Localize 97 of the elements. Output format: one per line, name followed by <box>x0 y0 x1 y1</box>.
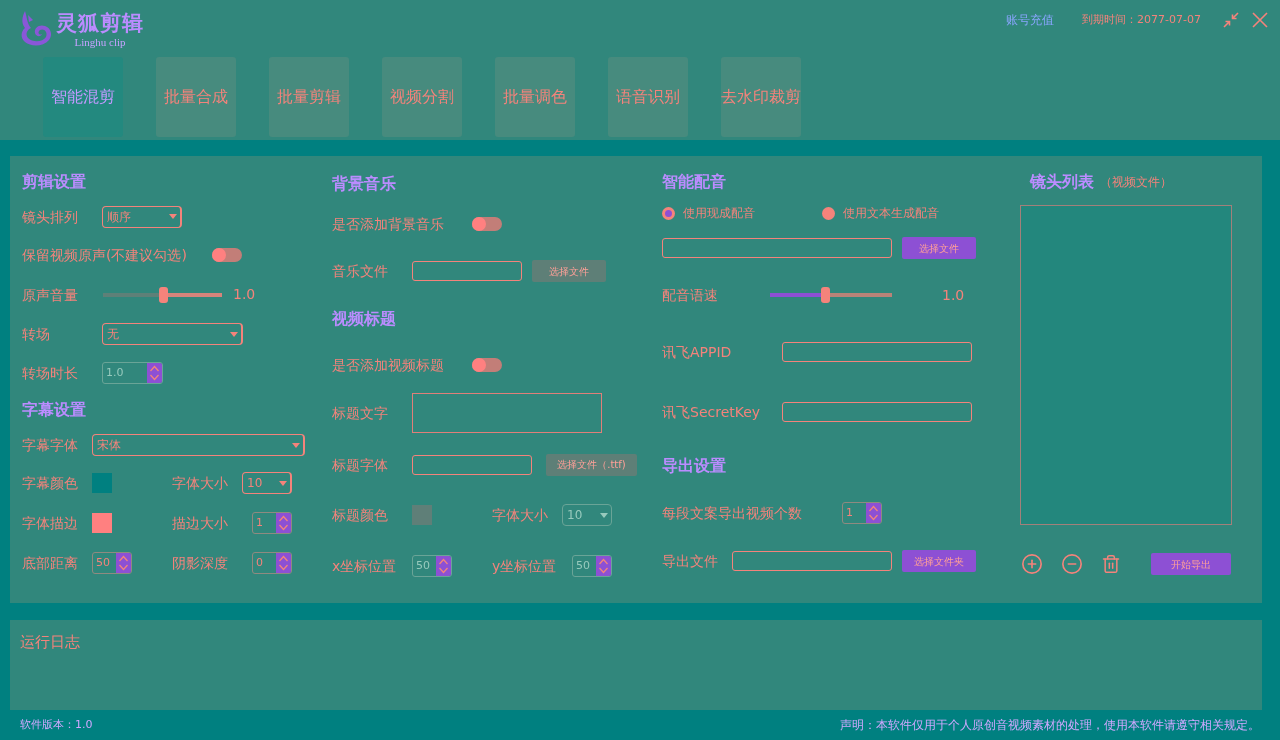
stepper-arrows-icon[interactable] <box>116 553 131 573</box>
field-label: 阴影深度 <box>172 555 228 571</box>
collapse-arrows-icon[interactable] <box>1223 12 1239 28</box>
tab[interactable]: 语音识别 <box>608 57 688 137</box>
caret-icon <box>292 442 300 448</box>
number-field[interactable]: 1 <box>252 512 292 534</box>
section-title: 镜头列表 <box>1030 171 1094 193</box>
radio-option[interactable]: 使用文本生成配音 <box>822 204 939 222</box>
field-label: x坐标位置 <box>332 557 397 574</box>
text-area[interactable] <box>412 393 602 433</box>
tab[interactable]: 视频分割 <box>382 57 462 137</box>
slider-thumb[interactable] <box>158 286 168 303</box>
field-label: 字幕颜色 <box>22 475 78 491</box>
radio-option[interactable]: 使用现成配音 <box>662 204 822 222</box>
text-field[interactable] <box>412 261 522 281</box>
field-label: 转场时长 <box>22 365 78 381</box>
log-title: 运行日志 <box>20 633 80 651</box>
field-label: 字幕字体 <box>22 437 78 453</box>
section-title: 剪辑设置 <box>22 171 86 193</box>
section-title: 字幕设置 <box>22 398 86 421</box>
slider-thumb[interactable] <box>820 287 830 303</box>
field-label: 底部距离 <box>22 555 78 571</box>
add-icon[interactable] <box>1021 553 1043 575</box>
field-label: 音乐文件 <box>332 263 388 279</box>
text-field[interactable] <box>782 342 972 362</box>
stepper-arrows-icon[interactable] <box>276 513 291 533</box>
version-text: 软件版本：1.0 <box>20 716 93 733</box>
trash-icon[interactable] <box>1101 554 1121 574</box>
dropdown[interactable]: 宋体 <box>92 434 305 456</box>
shot-list-box[interactable] <box>1020 205 1232 525</box>
field-label: 讯飞APPID <box>662 344 732 360</box>
section-title: 视频标题 <box>332 308 396 330</box>
field-label: 原声音量 <box>22 286 78 303</box>
field-label: 描边大小 <box>172 515 228 531</box>
close-icon[interactable] <box>1252 12 1268 28</box>
field-label: 标题字体 <box>332 456 388 473</box>
field-label: 镜头排列 <box>22 208 78 225</box>
section-title: 背景音乐 <box>332 173 396 195</box>
caret-icon <box>600 512 608 518</box>
color-swatch[interactable] <box>412 505 432 525</box>
field-label: 配音语速 <box>662 287 718 303</box>
section-title: 智能配音 <box>662 171 726 193</box>
field-label: 字体描边 <box>22 515 78 531</box>
expiry-date: 到期时间：2077-07-07 <box>1082 11 1201 28</box>
start-export-button[interactable]: 开始导出 <box>1151 553 1231 575</box>
field-label: 讯飞SecretKey <box>662 403 761 420</box>
tab[interactable]: 批量调色 <box>495 57 575 137</box>
toggle-switch[interactable] <box>212 248 242 262</box>
text-field[interactable] <box>412 454 532 475</box>
field-label: 字体大小 <box>172 475 228 491</box>
radio-icon[interactable] <box>662 206 675 220</box>
field-label: 字体大小 <box>492 507 548 523</box>
disclaimer-text: 声明：本软件仅用于个人原创音视频素材的处理，使用本软件请遵守相关规定。 <box>840 717 1260 734</box>
app-title: 灵狐剪辑 <box>56 10 144 36</box>
stepper-arrows-icon[interactable] <box>276 553 291 573</box>
caret-icon <box>169 214 177 219</box>
slider-track[interactable] <box>103 292 222 297</box>
field-label: 标题文字 <box>332 405 388 421</box>
dropdown[interactable]: 10 <box>242 472 292 494</box>
color-swatch[interactable] <box>92 473 112 493</box>
radio-icon[interactable] <box>822 206 835 220</box>
field-label: 每段文案导出视频个数 <box>662 505 802 521</box>
slider-value: 1.0 <box>942 285 965 305</box>
select-file-button[interactable]: 选择文件 <box>902 237 976 259</box>
remove-icon[interactable] <box>1061 553 1083 575</box>
text-field[interactable] <box>732 551 892 571</box>
tab[interactable]: 智能混剪 <box>43 57 123 137</box>
tab[interactable]: 去水印裁剪 <box>721 57 801 137</box>
select-folder-button[interactable]: 选择文件夹 <box>902 550 976 572</box>
field-label: 保留视频原声(不建议勾选) <box>22 247 187 263</box>
recharge-link[interactable]: 账号充值 <box>1006 11 1055 29</box>
app-subtitle: Linghu clip <box>74 36 126 48</box>
tab[interactable]: 批量剪辑 <box>269 57 349 137</box>
slider-value: 1.0 <box>233 285 256 304</box>
slider-track[interactable] <box>770 293 892 297</box>
field-label: 是否添加背景音乐 <box>332 216 444 232</box>
field-label: 是否添加视频标题 <box>332 356 444 373</box>
field-label: 转场 <box>22 326 50 342</box>
toggle-switch[interactable] <box>472 217 502 231</box>
toggle-switch[interactable] <box>472 357 502 372</box>
field-label: 导出文件 <box>662 553 718 569</box>
section-subtitle: （视频文件） <box>1100 174 1172 191</box>
text-field[interactable] <box>662 238 892 258</box>
tab[interactable]: 批量合成 <box>156 57 236 137</box>
text-field[interactable] <box>782 401 972 422</box>
stepper-arrows-icon[interactable] <box>866 503 881 523</box>
dropdown[interactable]: 顺序 <box>102 205 182 228</box>
caret-icon <box>230 331 238 337</box>
color-swatch[interactable] <box>92 513 112 533</box>
caret-icon <box>279 480 287 486</box>
field-label: 标题颜色 <box>332 507 388 523</box>
number-field[interactable]: 0 <box>252 552 292 574</box>
dropdown[interactable]: 无 <box>102 323 243 345</box>
section-title: 导出设置 <box>662 454 726 477</box>
number-field[interactable]: 1 <box>842 502 882 524</box>
field-label: y坐标位置 <box>492 557 557 574</box>
number-field[interactable]: 50 <box>92 552 132 574</box>
